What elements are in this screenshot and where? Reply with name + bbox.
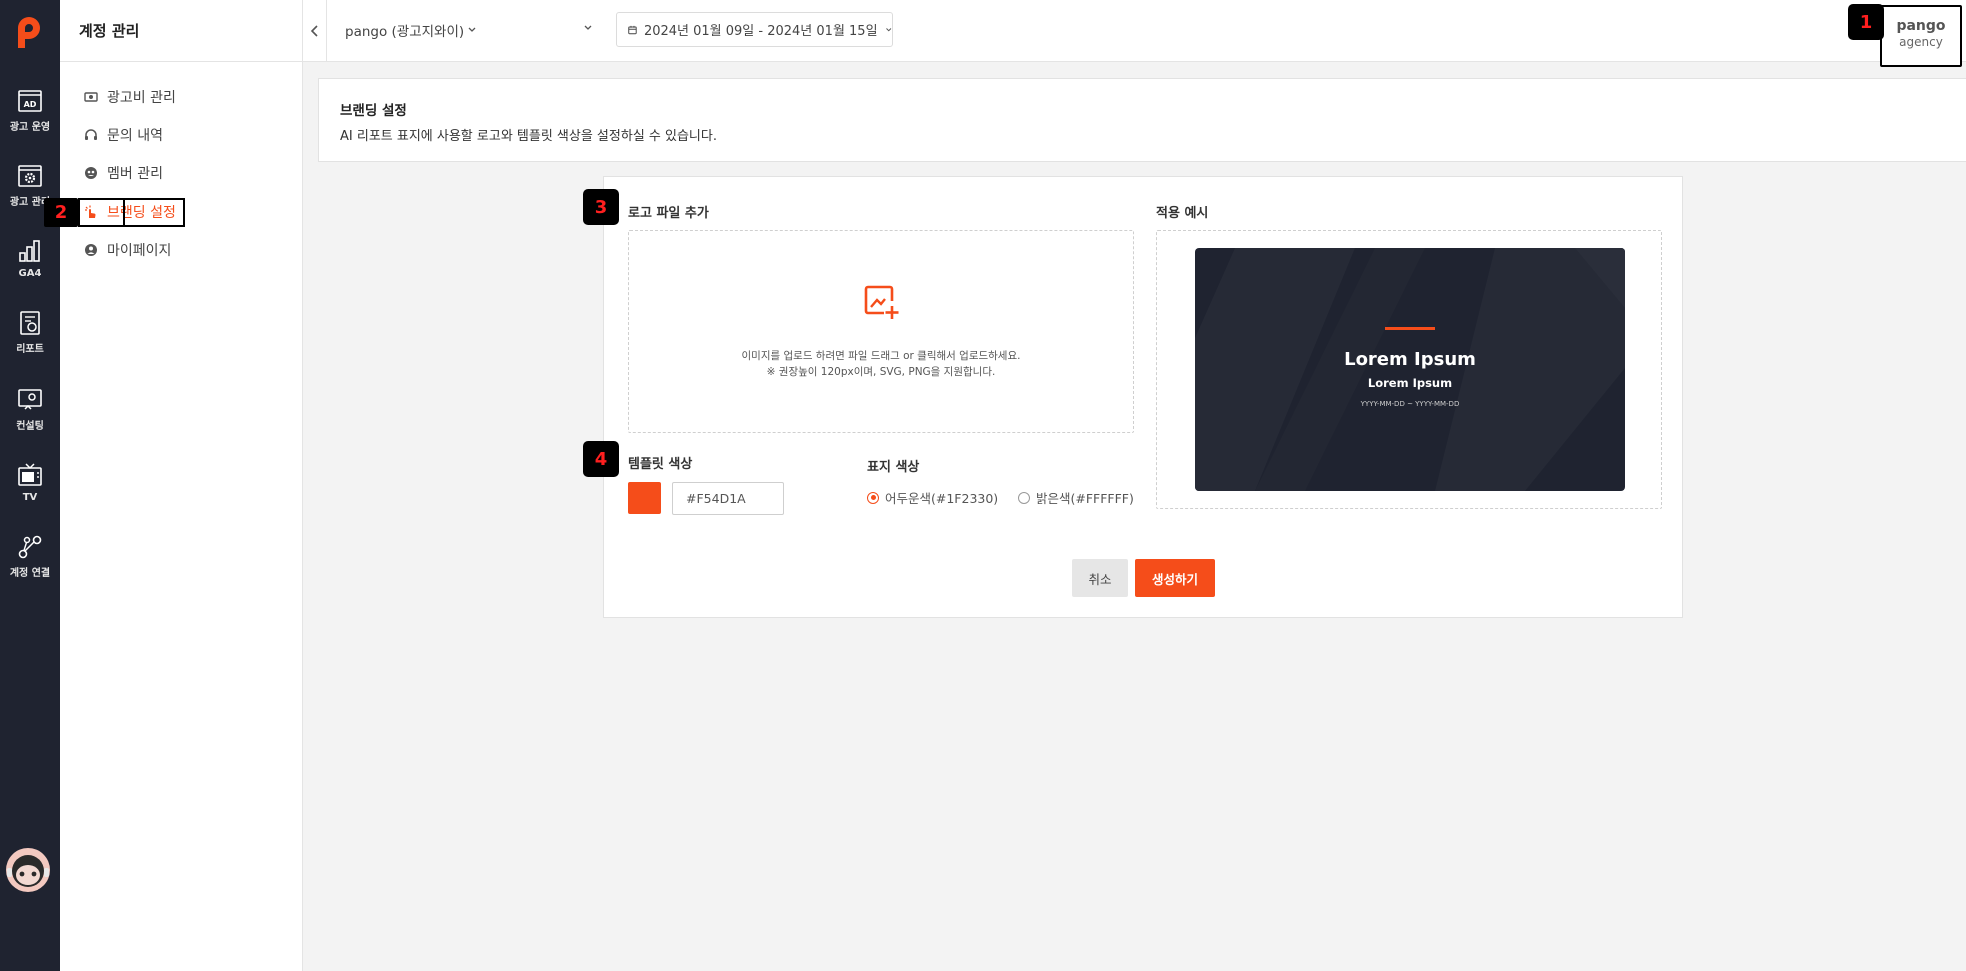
radio-dot: [1018, 491, 1030, 504]
chevron-down-icon: [584, 25, 592, 30]
rail-label: 리포트: [16, 344, 44, 355]
logo-upload-label: 로고 파일 추가: [628, 206, 709, 221]
page-title: 브랜딩 설정: [340, 103, 407, 119]
template-color-label: 템플릿 색상: [628, 457, 693, 472]
top-bar: pango (광고지와이) 2024년 01월 09일 - 2024년 01월 …: [303, 0, 1966, 62]
gear-icon: [18, 165, 42, 187]
image-add-icon: [864, 285, 899, 319]
user-icon: [85, 244, 97, 256]
rail-item-ga4[interactable]: GA4: [0, 238, 60, 279]
submenu-item-inquiries[interactable]: 문의 내역: [84, 123, 163, 147]
annotation-badge-3: 3: [583, 189, 619, 225]
preview-title: Lorem Ipsum: [1344, 349, 1476, 370]
page-description: AI 리포트 표지에 사용할 로고와 템플릿 색상을 설정하실 수 있습니다.: [340, 129, 717, 144]
date-range-value: 2024년 01월 09일 - 2024년 01월 15일: [643, 24, 878, 39]
upload-hint-1: 이미지를 업로드 하려면 파일 드래그 or 클릭해서 업로드하세요.: [741, 350, 1021, 362]
rail-item-consulting[interactable]: 컨설팅: [0, 387, 60, 432]
date-range-picker[interactable]: 2024년 01월 09일 - 2024년 01월 15일: [616, 12, 893, 47]
cover-color-dark-radio[interactable]: 어두운색(#1F2330): [867, 488, 998, 507]
ad-icon: AD: [18, 90, 42, 112]
submenu-item-ad-spend[interactable]: 광고비 관리: [84, 85, 176, 109]
headset-icon: [85, 129, 97, 140]
submenu-item-label: 멤버 관리: [107, 166, 163, 182]
submenu-panel: 계정 관리 광고비 관리 문의 내역 멤버 관리 브랜딩 설정 마이페이지: [60, 0, 303, 971]
radio-dot: [867, 491, 879, 504]
preview-box: Lorem Ipsum Lorem Ipsum YYYY-MM-DD ~ YYY…: [1156, 230, 1662, 509]
chevron-down-icon: [468, 27, 476, 32]
pango-logo[interactable]: [14, 14, 44, 48]
chart-icon: [19, 240, 40, 262]
money-icon: [84, 92, 98, 102]
submenu-item-label: 문의 내역: [107, 128, 163, 144]
annotation-badge-4: 4: [583, 441, 619, 477]
cover-preview: Lorem Ipsum Lorem Ipsum YYYY-MM-DD ~ YYY…: [1195, 248, 1625, 491]
link-icon: [18, 535, 42, 559]
preview-label: 적용 예시: [1156, 206, 1209, 221]
rail-item-account-link[interactable]: 계정 연결: [0, 534, 60, 579]
radio-label: 밝은색(#FFFFFF): [1036, 491, 1134, 506]
annotation-highlight-branding-item: [78, 198, 185, 227]
chevron-left-icon: [310, 24, 318, 37]
radio-label: 어두운색(#1F2330): [885, 491, 999, 506]
branding-form-card: 로고 파일 추가 이미지를 업로드 하려면 파일 드래그 or 클릭해서 업로드…: [603, 176, 1683, 618]
profile-menu[interactable]: pango agency: [1880, 5, 1962, 67]
cancel-button[interactable]: 취소: [1072, 559, 1128, 597]
submenu-item-members[interactable]: 멤버 관리: [84, 161, 163, 185]
submenu-item-label: 마이페이지: [107, 243, 172, 259]
account-select-value: pango (광고지와이): [345, 24, 465, 40]
rail-label: 계정 연결: [9, 568, 51, 579]
rail-item-report[interactable]: 리포트: [0, 310, 60, 355]
collapse-sidebar-button[interactable]: [303, 0, 327, 61]
annotation-badge-2: 2: [44, 198, 78, 227]
logo-dropzone[interactable]: 이미지를 업로드 하려면 파일 드래그 or 클릭해서 업로드하세요. ※ 권장…: [628, 230, 1134, 433]
rail-label: 컨설팅: [16, 421, 44, 432]
preview-accent-bar: [1385, 327, 1435, 330]
submenu-item-label: 광고비 관리: [107, 90, 176, 106]
upload-hint-2: ※ 권장높이 120px이며, SVG, PNG을 지원합니다.: [766, 366, 996, 378]
submenu-item-mypage[interactable]: 마이페이지: [84, 238, 171, 262]
tv-icon: [18, 463, 42, 486]
rail-item-ad-operation[interactable]: AD 광고 운영: [0, 88, 60, 133]
account-select[interactable]: pango (광고지와이): [345, 18, 593, 42]
template-color-swatch[interactable]: [628, 482, 661, 514]
cover-color-light-radio[interactable]: 밝은색(#FFFFFF): [1018, 488, 1134, 507]
page-header-card: 브랜딩 설정 AI 리포트 표지에 사용할 로고와 템플릿 색상을 설정하실 수…: [318, 78, 1966, 162]
submenu-header: 계정 관리: [60, 0, 302, 62]
create-button[interactable]: 생성하기: [1135, 559, 1215, 597]
annotation-badge-1: 1: [1848, 4, 1884, 40]
chevron-down-icon: [885, 27, 891, 31]
profile-org: agency: [1899, 35, 1943, 49]
submenu-title: 계정 관리: [79, 22, 140, 40]
template-color-input[interactable]: [672, 482, 784, 515]
rail-item-tv[interactable]: TV: [0, 462, 60, 503]
preview-subtitle: Lorem Ipsum: [1367, 376, 1453, 390]
icon-rail: AD 광고 운영 광고 관리 GA4 리포트 컨설팅 TV 계정 연결: [0, 0, 60, 971]
consulting-icon: [18, 389, 42, 410]
calendar-icon: [628, 25, 637, 34]
members-icon: [85, 167, 97, 179]
rail-label: 광고 운영: [9, 122, 51, 133]
chatbot-icon[interactable]: [4, 846, 52, 894]
profile-name: pango: [1896, 18, 1946, 34]
report-icon: [20, 311, 40, 335]
rail-label: GA4: [18, 268, 42, 279]
svg-text:AD: AD: [24, 100, 37, 109]
rail-label: TV: [22, 492, 38, 503]
cover-color-label: 표지 색상: [867, 460, 920, 475]
preview-date: YYYY-MM-DD ~ YYYY-MM-DD: [1360, 400, 1460, 408]
